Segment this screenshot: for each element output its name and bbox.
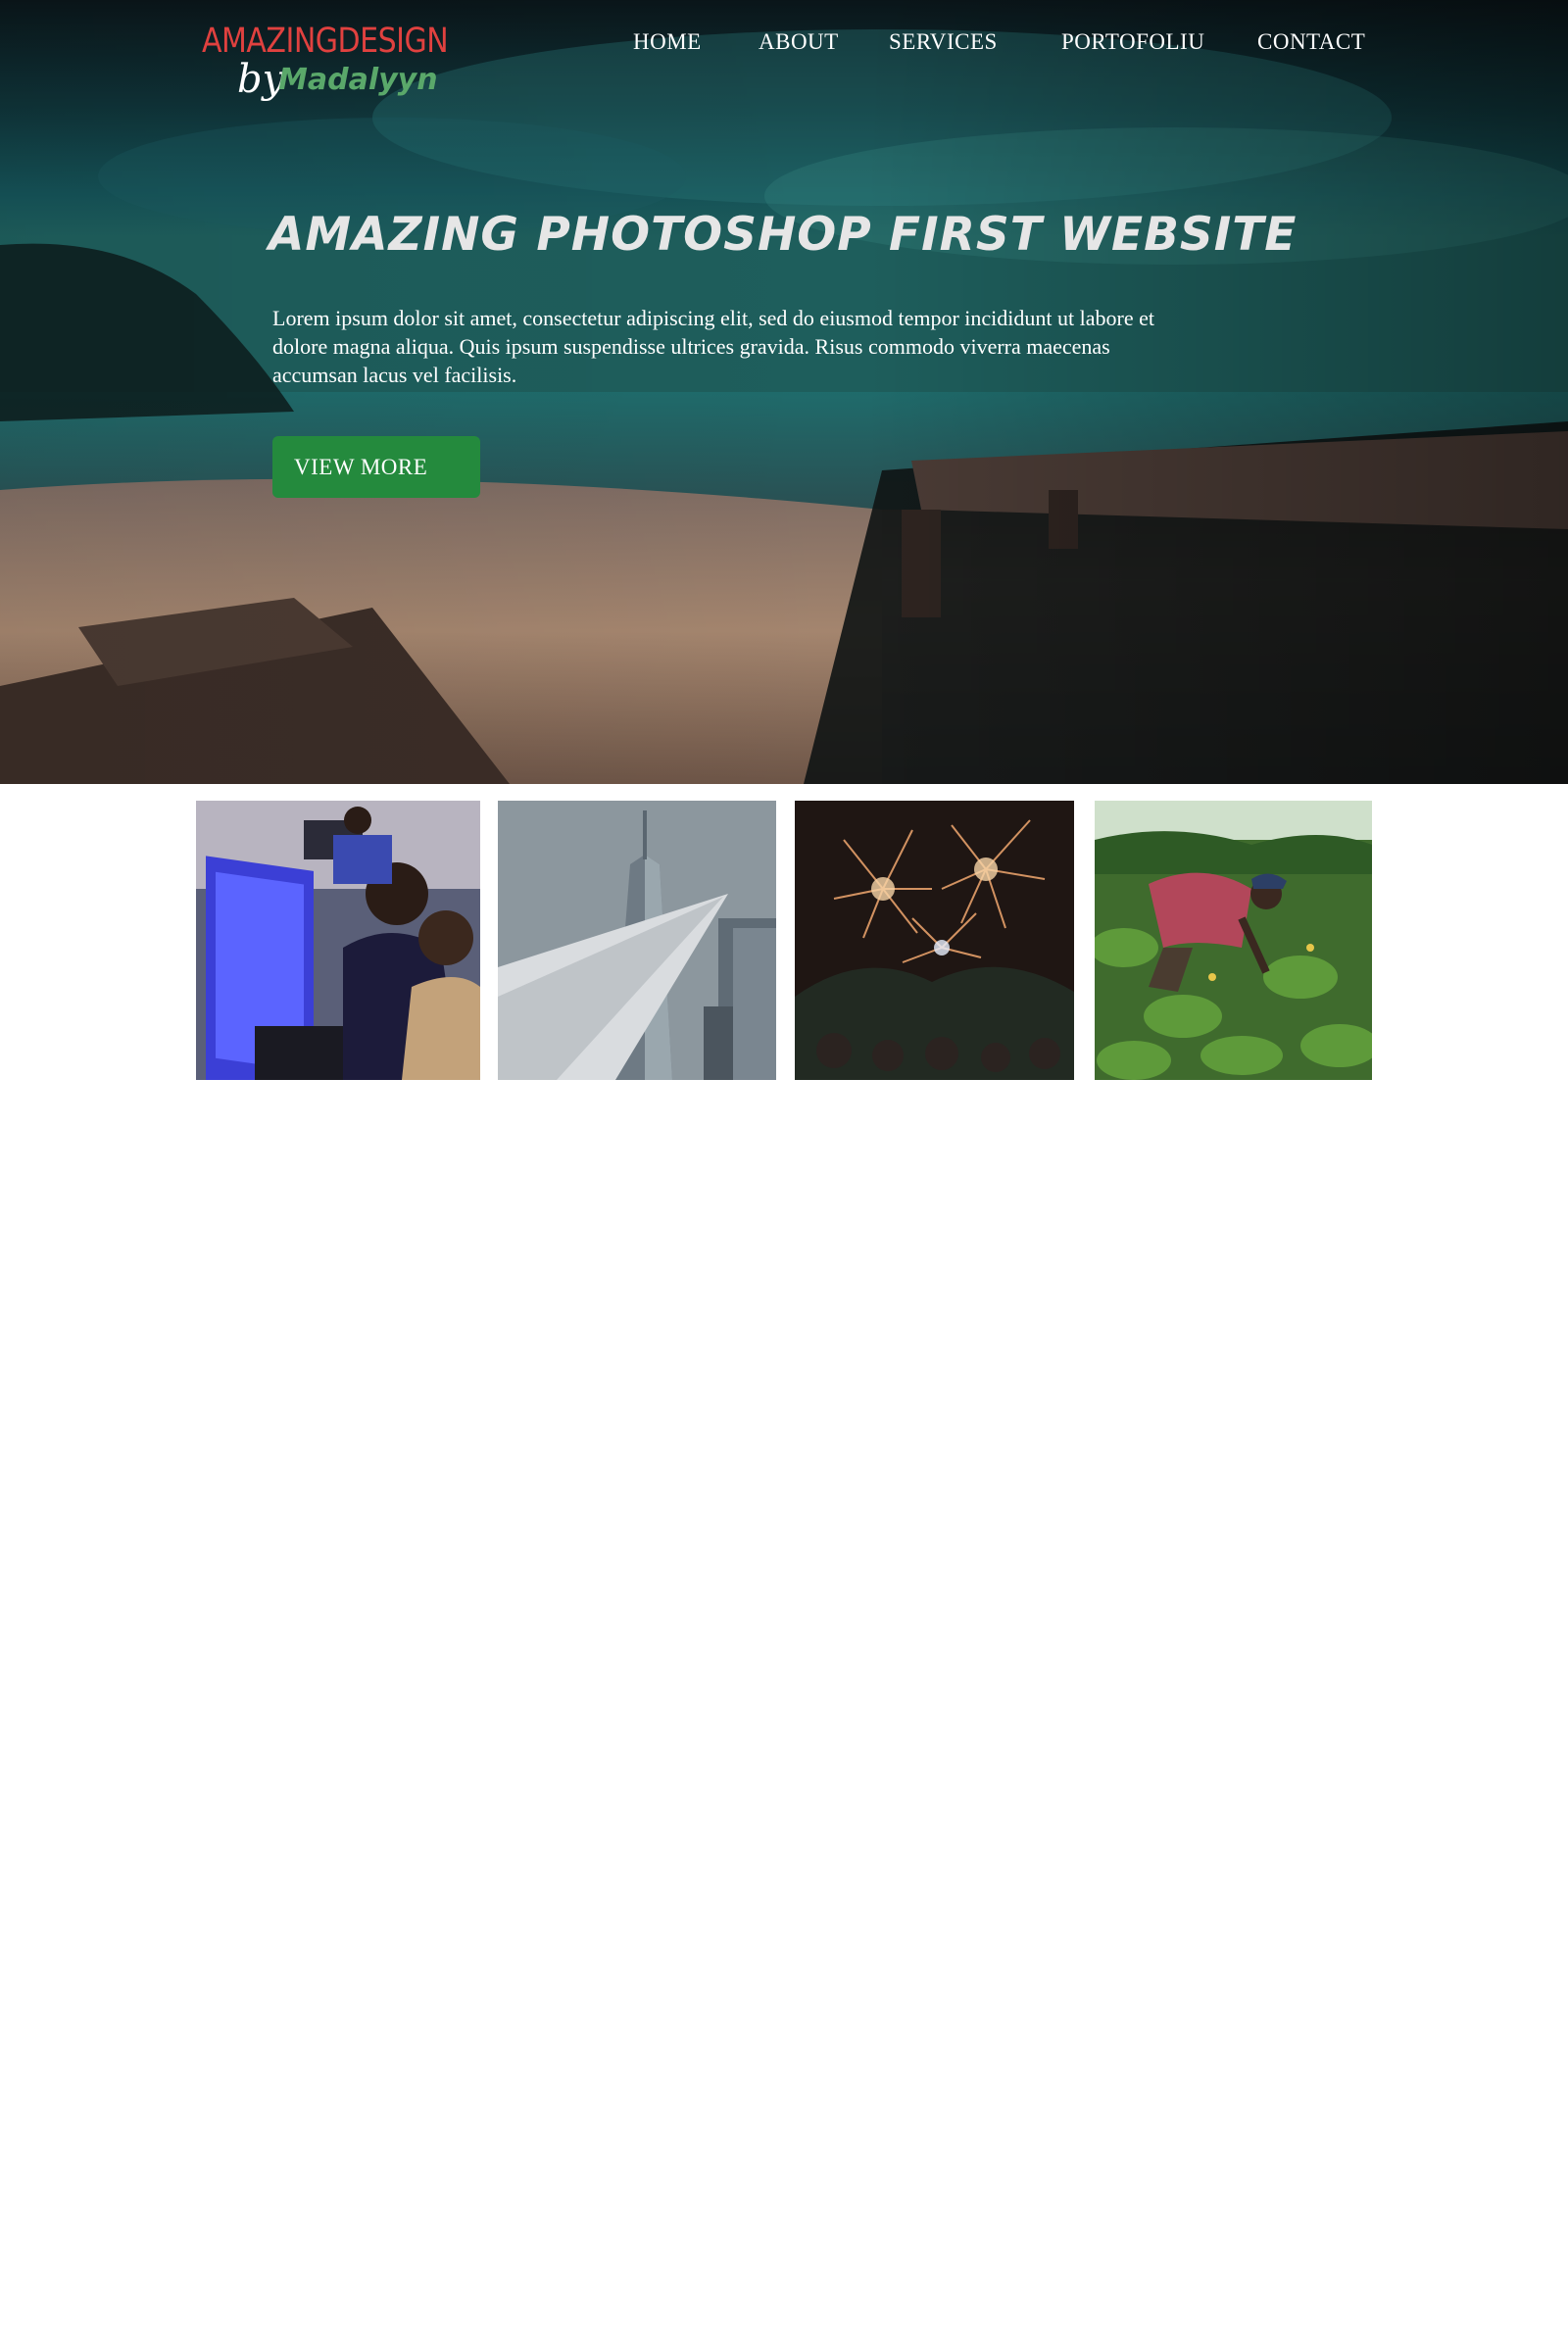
gallery-image-fireworks[interactable] — [795, 801, 1074, 1080]
photo-gallery — [0, 801, 1568, 1081]
fireworks-photo — [795, 801, 1074, 1080]
hero-section: AMAZINGDESIGN by Madalyyn HOME ABOUT SER… — [0, 0, 1568, 784]
hero-description: Lorem ipsum dolor sit amet, consectetur … — [272, 306, 1154, 387]
nav-item-contact[interactable]: CONTACT — [1257, 29, 1365, 55]
nav-item-about[interactable]: ABOUT — [759, 29, 839, 55]
gallery-image-coding-team[interactable] — [196, 801, 480, 1080]
gallery-image-skyscraper[interactable] — [498, 801, 776, 1080]
hero-title: AMAZING PHOTOSHOP FIRST WEBSITE — [269, 208, 1298, 262]
farmer-field-photo — [1095, 801, 1372, 1080]
gallery-image-farmer[interactable] — [1095, 801, 1372, 1080]
coding-team-photo — [196, 801, 480, 1080]
hero-overlay — [0, 0, 1568, 784]
nav-item-portofoliu[interactable]: PORTOFOLIU — [1061, 29, 1204, 55]
nav-item-services[interactable]: SERVICES — [889, 29, 998, 55]
main-navigation: HOME ABOUT SERVICES PORTOFOLIU CONTACT — [0, 29, 1568, 69]
view-more-button[interactable]: VIEW MORE — [272, 436, 480, 498]
nav-item-home[interactable]: HOME — [633, 29, 702, 55]
skyscraper-photo — [498, 801, 776, 1080]
